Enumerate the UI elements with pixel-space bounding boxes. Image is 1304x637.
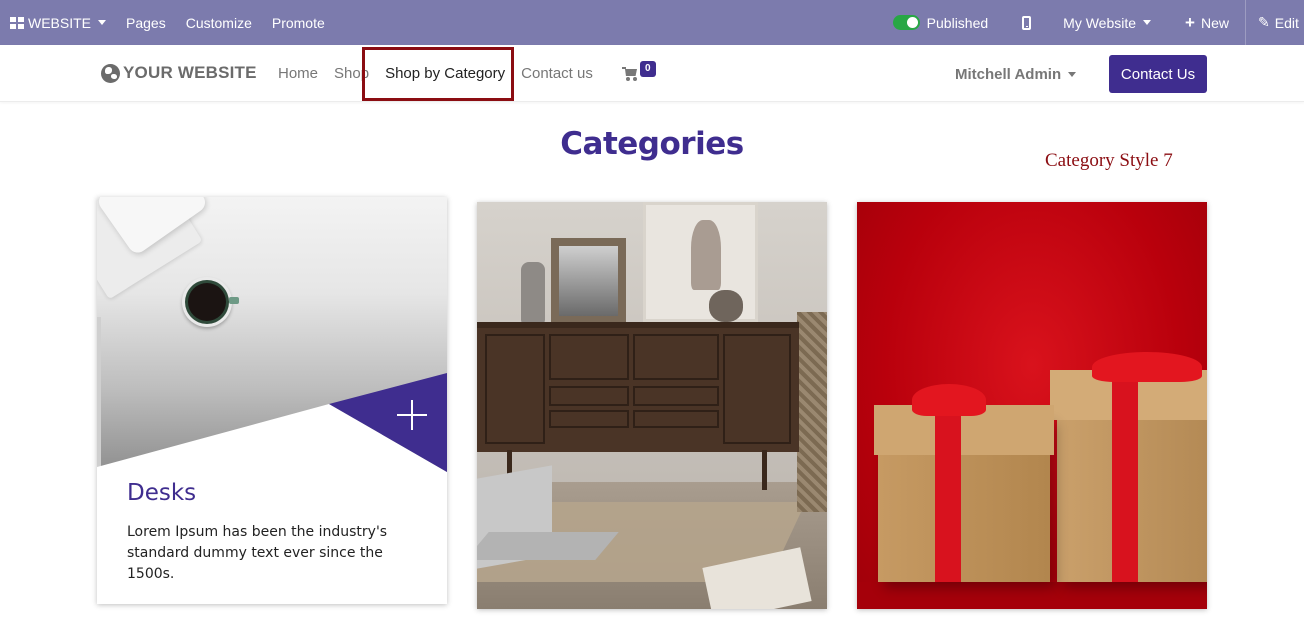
website-app-menu[interactable]: WEBSITE <box>0 0 116 45</box>
furniture-image <box>477 202 827 609</box>
menu-promote[interactable]: Promote <box>262 0 335 45</box>
chevron-down-icon <box>98 20 107 25</box>
chevron-down-icon <box>1143 20 1152 25</box>
plus-icon: + <box>1185 13 1195 32</box>
nav-home[interactable]: Home <box>270 65 326 82</box>
nav-shop-by-category[interactable]: Shop by Category <box>377 65 513 82</box>
plus-icon[interactable] <box>397 400 427 430</box>
menu-customize[interactable]: Customize <box>176 0 262 45</box>
gift-boxes-image <box>857 202 1207 609</box>
published-toggle[interactable]: Published <box>883 0 1007 45</box>
user-menu[interactable]: Mitchell Admin <box>955 66 1077 83</box>
site-logo[interactable]: YOUR WEBSITE <box>101 63 257 83</box>
menu-pages[interactable]: Pages <box>116 0 176 45</box>
toggle-switch-icon <box>892 15 920 30</box>
website-app-label: WEBSITE <box>28 14 92 31</box>
new-label: New <box>1200 14 1229 31</box>
globe-icon <box>101 63 120 83</box>
card-description: Lorem Ipsum has been the industry's stan… <box>127 524 388 582</box>
style-annotation: Category Style 7 <box>1045 150 1173 171</box>
category-card-desks[interactable]: Desks Lorem Ipsum has been the industry'… <box>97 197 447 604</box>
site-header: YOUR WEBSITE Home Shop Shop by Category … <box>0 45 1304 102</box>
main-nav: Home Shop Shop by Category Contact us <box>270 45 601 102</box>
contact-us-button[interactable]: Contact Us <box>1109 55 1207 93</box>
cart-count-badge: 0 <box>640 61 656 77</box>
nav-shop[interactable]: Shop <box>326 65 377 82</box>
admin-bar: WEBSITE Pages Customize Promote Publishe… <box>0 0 1304 45</box>
user-name: Mitchell Admin <box>955 66 1062 83</box>
logo-text: YOUR WEBSITE <box>123 63 257 82</box>
coffee-cup <box>182 277 232 327</box>
card-title[interactable]: Desks <box>127 480 196 506</box>
cart-link[interactable]: 0 <box>622 61 656 81</box>
new-button[interactable]: + New <box>1167 0 1245 45</box>
category-card-gifts[interactable] <box>857 202 1207 609</box>
apps-grid-icon <box>10 16 24 29</box>
website-selector[interactable]: My Website <box>1047 0 1167 45</box>
nav-contact-us[interactable]: Contact us <box>513 65 601 82</box>
category-card-furniture[interactable] <box>477 202 827 609</box>
pencil-icon: ✎ <box>1258 14 1270 30</box>
website-selector-label: My Website <box>1063 14 1137 31</box>
edit-button[interactable]: ✎ Edit <box>1246 0 1304 45</box>
chevron-down-icon <box>1068 72 1077 77</box>
mobile-preview-button[interactable] <box>1006 0 1047 45</box>
shopping-cart-icon <box>622 67 638 81</box>
mobile-icon <box>1022 15 1032 30</box>
published-label: Published <box>926 14 989 31</box>
edit-label: Edit <box>1274 14 1299 31</box>
